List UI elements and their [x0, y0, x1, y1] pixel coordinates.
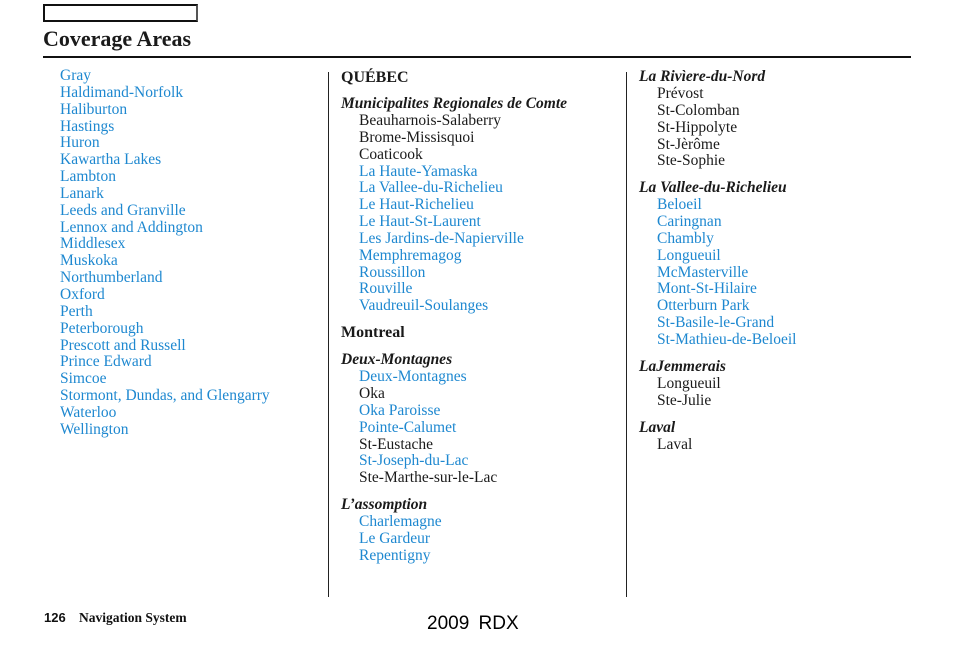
area-name: St-Colomban: [657, 101, 740, 119]
province-heading: QUÉBEC: [341, 69, 409, 86]
area-link[interactable]: Lambton: [60, 168, 270, 186]
area-link[interactable]: Lanark: [60, 185, 270, 203]
area-link[interactable]: Middlesex: [60, 236, 270, 253]
area-link[interactable]: Prescott and Russell: [60, 337, 270, 355]
area-link[interactable]: St-Basile-le-Grand: [639, 314, 796, 332]
area-name: St-Eustache: [359, 435, 434, 453]
area-link[interactable]: Le Haut-St-Laurent: [341, 213, 567, 231]
column-divider: [328, 72, 329, 597]
area-name: Beauharnois-Salaberry: [359, 112, 502, 129]
column-ontario-counties: Gray Haldimand-Norfolk Haliburton Hastings H…: [60, 67, 270, 439]
area-link[interactable]: Rouville: [341, 281, 567, 298]
area-name: Laval: [657, 435, 693, 453]
title-divider: [43, 56, 911, 58]
area-link[interactable]: Deux-Montagnes: [341, 368, 567, 386]
footer-model: 2009 RDX: [427, 613, 519, 634]
area-name: St-Hippolyte: [657, 118, 738, 136]
area-name: Ste-Marthe-sur-le-Lac: [359, 469, 498, 487]
column-quebec: QUÉBEC Municipalites Regionales de Comte…: [341, 68, 567, 565]
area-link[interactable]: Huron: [60, 135, 270, 152]
page-title: Coverage Areas: [43, 26, 192, 51]
area-link[interactable]: Lennox and Addington: [60, 219, 270, 237]
area-link[interactable]: Kawartha Lakes: [60, 151, 270, 169]
area-link[interactable]: La Haute-Yamaska: [341, 163, 567, 181]
area-name: Prévost: [657, 85, 704, 102]
area-link[interactable]: Charlemagne: [341, 513, 567, 531]
area-link[interactable]: Le Gardeur: [341, 530, 567, 548]
region-heading: L’assomption: [341, 496, 428, 514]
area-name: Longueuil: [657, 374, 721, 392]
area-link[interactable]: Les Jardins-de-Napierville: [341, 230, 567, 248]
area-name: Coaticook: [359, 145, 423, 163]
area-link[interactable]: Muskoka: [60, 252, 270, 270]
area-link[interactable]: Hastings: [60, 118, 270, 136]
area-name: Brome-Missisquoi: [359, 128, 475, 146]
region-heading: Laval: [639, 418, 676, 436]
area-link[interactable]: La Vallee-du-Richelieu: [341, 180, 567, 197]
footer-section-title: Navigation System: [79, 610, 187, 625]
column-divider: [626, 72, 627, 597]
area-link[interactable]: Repentigny: [341, 547, 567, 565]
area-link[interactable]: Vaudreuil-Soulanges: [341, 297, 567, 315]
area-link[interactable]: Waterloo: [60, 404, 270, 422]
area-link[interactable]: Longueuil: [639, 247, 796, 265]
area-link[interactable]: Haldimand-Norfolk: [60, 84, 270, 102]
section-tab-box: [43, 4, 198, 22]
area-link[interactable]: Stormont, Dundas, and Glengarry: [60, 387, 270, 405]
page-number: 126: [44, 610, 66, 625]
area-link[interactable]: Simcoe: [60, 370, 270, 388]
area-name: Oka: [359, 384, 385, 402]
area-link[interactable]: Haliburton: [60, 101, 270, 119]
area-link[interactable]: Perth: [60, 303, 270, 321]
area-link[interactable]: Chambly: [639, 230, 796, 248]
area-link[interactable]: Wellington: [60, 421, 270, 439]
area-link[interactable]: Peterborough: [60, 320, 270, 338]
area-link[interactable]: Memphremagog: [341, 247, 567, 265]
area-name: St-Jèrôme: [657, 135, 720, 153]
region-heading: Municipalites Regionales de Comte: [341, 95, 568, 112]
area-name: Ste-Sophie: [657, 152, 726, 170]
area-link[interactable]: Northumberland: [60, 269, 270, 287]
area-link[interactable]: Oxford: [60, 286, 270, 304]
area-link[interactable]: McMasterville: [639, 264, 796, 282]
area-link[interactable]: St-Joseph-du-Lac: [341, 452, 567, 470]
area-name: Ste-Julie: [657, 391, 712, 409]
column-quebec-continued: La Rivìere-du-Nord Prévost St-Colomban St-H…: [639, 68, 796, 453]
area-link[interactable]: Pointe-Calumet: [341, 419, 567, 437]
area-link[interactable]: Otterburn Park: [639, 297, 796, 315]
quebec-groups: Municipalites Regionales de Comte Beauhar…: [341, 95, 567, 565]
region-heading: LaJemmerais: [639, 357, 726, 375]
area-link[interactable]: Beloeil: [639, 196, 796, 214]
region-heading: La Rivìere-du-Nord: [639, 68, 766, 85]
city-heading: Montreal: [341, 324, 405, 342]
area-link[interactable]: Roussillon: [341, 264, 567, 282]
area-link[interactable]: Mont-St-Hilaire: [639, 281, 796, 298]
region-heading: La Vallee-du-Richelieu: [639, 179, 787, 197]
area-link[interactable]: Gray: [60, 67, 270, 85]
area-link[interactable]: Leeds and Granville: [60, 202, 270, 220]
area-link[interactable]: Caringnan: [639, 213, 796, 231]
region-heading: Deux-Montagnes: [341, 351, 453, 369]
area-link[interactable]: Oka Paroisse: [341, 402, 567, 420]
area-link[interactable]: Prince Edward: [60, 353, 270, 371]
area-link[interactable]: Le Haut-Richelieu: [341, 196, 567, 214]
area-link[interactable]: St-Mathieu-de-Beloeil: [639, 331, 796, 349]
